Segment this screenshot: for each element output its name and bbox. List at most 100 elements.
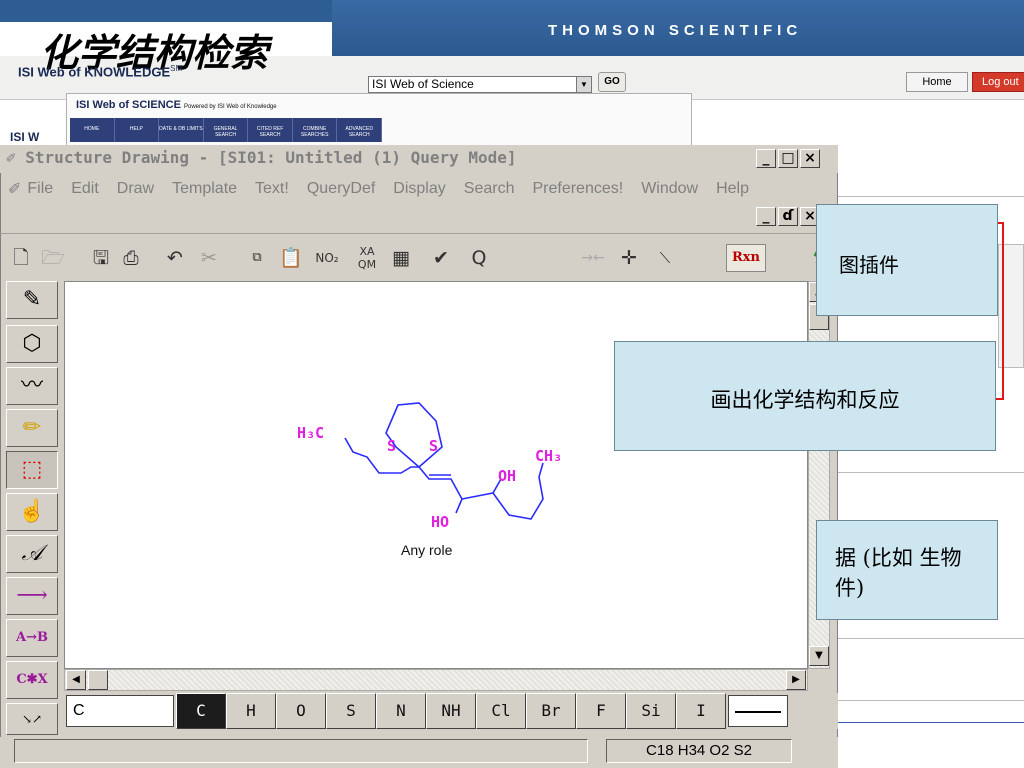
menu-text[interactable]: Text! bbox=[255, 180, 289, 198]
wos-limits-button[interactable]: DATE & DB LIMITS bbox=[159, 118, 204, 142]
element-chlorine-button[interactable]: Cl bbox=[476, 693, 526, 729]
doc-restore-button[interactable]: ɗ bbox=[778, 207, 798, 226]
callout-data-line1: 据 (比如 生物 bbox=[835, 546, 962, 570]
sulfur-left-label: S bbox=[387, 437, 396, 455]
menubar: ✐ File Edit Draw Template Text! QueryDef… bbox=[0, 175, 838, 203]
drawing-canvas[interactable]: H₃C S S OH CH₃ HO Any role bbox=[64, 281, 808, 669]
menu-preferences[interactable]: Preferences! bbox=[532, 180, 623, 198]
element-sulfur-button[interactable]: S bbox=[326, 693, 376, 729]
chain-tool-icon[interactable]: 〰 bbox=[6, 367, 58, 405]
xa-qm-icon[interactable]: XA QM bbox=[354, 244, 380, 272]
center-icon[interactable]: ✛ bbox=[616, 244, 642, 272]
element-carbon-button[interactable]: C bbox=[176, 693, 226, 729]
menu-file[interactable]: File bbox=[27, 180, 53, 198]
role-label: Any role bbox=[401, 542, 453, 558]
menu-display[interactable]: Display bbox=[393, 180, 445, 198]
element-bar: C C H O S N NH Cl Br F Si I bbox=[64, 693, 838, 729]
menu-edit[interactable]: Edit bbox=[71, 180, 99, 198]
save-icon[interactable]: 🖫 bbox=[88, 244, 114, 272]
template-icon[interactable]: ▦ bbox=[388, 244, 414, 272]
select-tool-icon[interactable]: ⬚ bbox=[6, 451, 58, 489]
copy-icon[interactable]: ⧉ bbox=[244, 244, 270, 272]
callout-plugin: 图插件 bbox=[816, 204, 998, 316]
no2-button[interactable]: NO₂ bbox=[314, 244, 340, 272]
open-folder-icon[interactable]: 🗁 bbox=[40, 244, 66, 272]
menu-querydef[interactable]: QueryDef bbox=[307, 180, 375, 198]
doc-minimize-button[interactable]: _ bbox=[756, 207, 776, 226]
horizontal-scrollbar[interactable] bbox=[64, 669, 808, 691]
menu-help[interactable]: Help bbox=[716, 180, 749, 198]
hscroll-thumb[interactable] bbox=[88, 670, 108, 690]
go-button[interactable]: GO bbox=[598, 72, 626, 92]
h3c-label: H₃C bbox=[297, 424, 324, 442]
window-title-text: Structure Drawing - [SI01: Untitled (1) … bbox=[25, 148, 517, 167]
wok-logo: ISI Web of KNOWLEDGESM bbox=[18, 64, 182, 79]
wos-general-search-button[interactable]: GENERAL SEARCH bbox=[204, 118, 249, 142]
element-input[interactable]: C bbox=[66, 695, 174, 727]
chevron-down-icon[interactable]: ▼ bbox=[576, 77, 591, 92]
eraser-tool-icon[interactable]: ✏ bbox=[6, 409, 58, 447]
wos-help-button[interactable]: HELP bbox=[115, 118, 160, 142]
database-select[interactable]: ISI Web of Science ▼ bbox=[368, 76, 592, 93]
window-title: ✐ Structure Drawing - [SI01: Untitled (1… bbox=[6, 148, 517, 167]
element-oxygen-button[interactable]: O bbox=[276, 693, 326, 729]
wos-combine-button[interactable]: COMBINE SEARCHES bbox=[293, 118, 338, 142]
wos-title-bold: SCIENCE bbox=[132, 99, 181, 111]
maximize-button[interactable]: □ bbox=[778, 149, 798, 168]
menu-window[interactable]: Window bbox=[641, 180, 698, 198]
brand-text: THOMSON SCIENTIFIC bbox=[548, 22, 803, 39]
text-tool-icon[interactable]: 𝒜 bbox=[6, 535, 58, 573]
menu-template[interactable]: Template bbox=[172, 180, 237, 198]
wos-advanced-button[interactable]: ADVANCED SEARCH bbox=[337, 118, 383, 142]
status-message bbox=[14, 739, 588, 763]
element-bromine-button[interactable]: Br bbox=[526, 693, 576, 729]
footer-rule bbox=[838, 722, 1024, 723]
background-divider bbox=[838, 700, 1024, 701]
oh-label: OH bbox=[498, 467, 516, 485]
lasso-tool-icon[interactable]: ☝ bbox=[6, 493, 58, 531]
cut-icon[interactable]: ✂ bbox=[196, 244, 222, 272]
scroll-right-icon[interactable]: ▶ bbox=[786, 670, 806, 690]
element-iodine-button[interactable]: I bbox=[676, 693, 726, 729]
element-nh-button[interactable]: NH bbox=[426, 693, 476, 729]
arrow-tool-icon[interactable]: ⟶ bbox=[6, 577, 58, 615]
menu-search[interactable]: Search bbox=[464, 180, 515, 198]
menu-draw[interactable]: Draw bbox=[117, 180, 154, 198]
new-file-icon[interactable]: 🗋 bbox=[8, 244, 34, 272]
print-icon[interactable]: ⎙ bbox=[118, 244, 144, 272]
ring-tool-icon[interactable]: ⬡ bbox=[6, 325, 58, 363]
background-divider bbox=[838, 472, 1024, 473]
callout-draw-structure: 画出化学结构和反应 bbox=[614, 341, 996, 451]
bond-change-tool[interactable]: C✱X bbox=[6, 661, 58, 699]
wos-powered: Powered by ISI Web of Knowledge bbox=[184, 104, 277, 110]
ho-bond bbox=[455, 498, 463, 514]
wos-home-button[interactable]: HOME bbox=[70, 118, 115, 142]
reaction-map-icon[interactable]: ↘↗ bbox=[6, 703, 58, 735]
home-button[interactable]: Home bbox=[906, 72, 968, 92]
rxn-button[interactable]: Rxn bbox=[726, 244, 766, 272]
element-nitrogen-button[interactable]: N bbox=[376, 693, 426, 729]
close-button[interactable]: × bbox=[800, 149, 820, 168]
callout-data-line2: 件) bbox=[835, 576, 865, 600]
element-hydrogen-button[interactable]: H bbox=[226, 693, 276, 729]
paste-icon[interactable]: 📋 bbox=[278, 244, 304, 272]
clean-icon[interactable]: ⟍ bbox=[652, 244, 678, 272]
shrink-icon[interactable]: →← bbox=[580, 244, 606, 272]
ch3-label: CH₃ bbox=[535, 447, 562, 465]
background-divider bbox=[838, 196, 1024, 197]
element-fluorine-button[interactable]: F bbox=[576, 693, 626, 729]
element-silicon-button[interactable]: Si bbox=[626, 693, 676, 729]
database-select-value: ISI Web of Science bbox=[372, 77, 474, 91]
pencil-tool-icon[interactable]: ✎ bbox=[6, 281, 58, 319]
undo-icon[interactable]: ↶ bbox=[162, 244, 188, 272]
bond-type-selector[interactable] bbox=[728, 695, 788, 727]
scroll-left-icon[interactable]: ◀ bbox=[66, 670, 86, 690]
query-button[interactable]: Q bbox=[466, 244, 492, 272]
atom-map-tool[interactable]: A→B bbox=[6, 619, 58, 657]
wos-cited-ref-button[interactable]: CITED REF SEARCH bbox=[248, 118, 293, 142]
check-icon[interactable]: ✔ bbox=[428, 244, 454, 272]
sulfur-right-label: S bbox=[429, 437, 438, 455]
minimize-button[interactable]: _ bbox=[756, 149, 776, 168]
scroll-down-icon[interactable]: ▼ bbox=[809, 646, 829, 666]
logout-button[interactable]: Log out bbox=[972, 72, 1024, 92]
